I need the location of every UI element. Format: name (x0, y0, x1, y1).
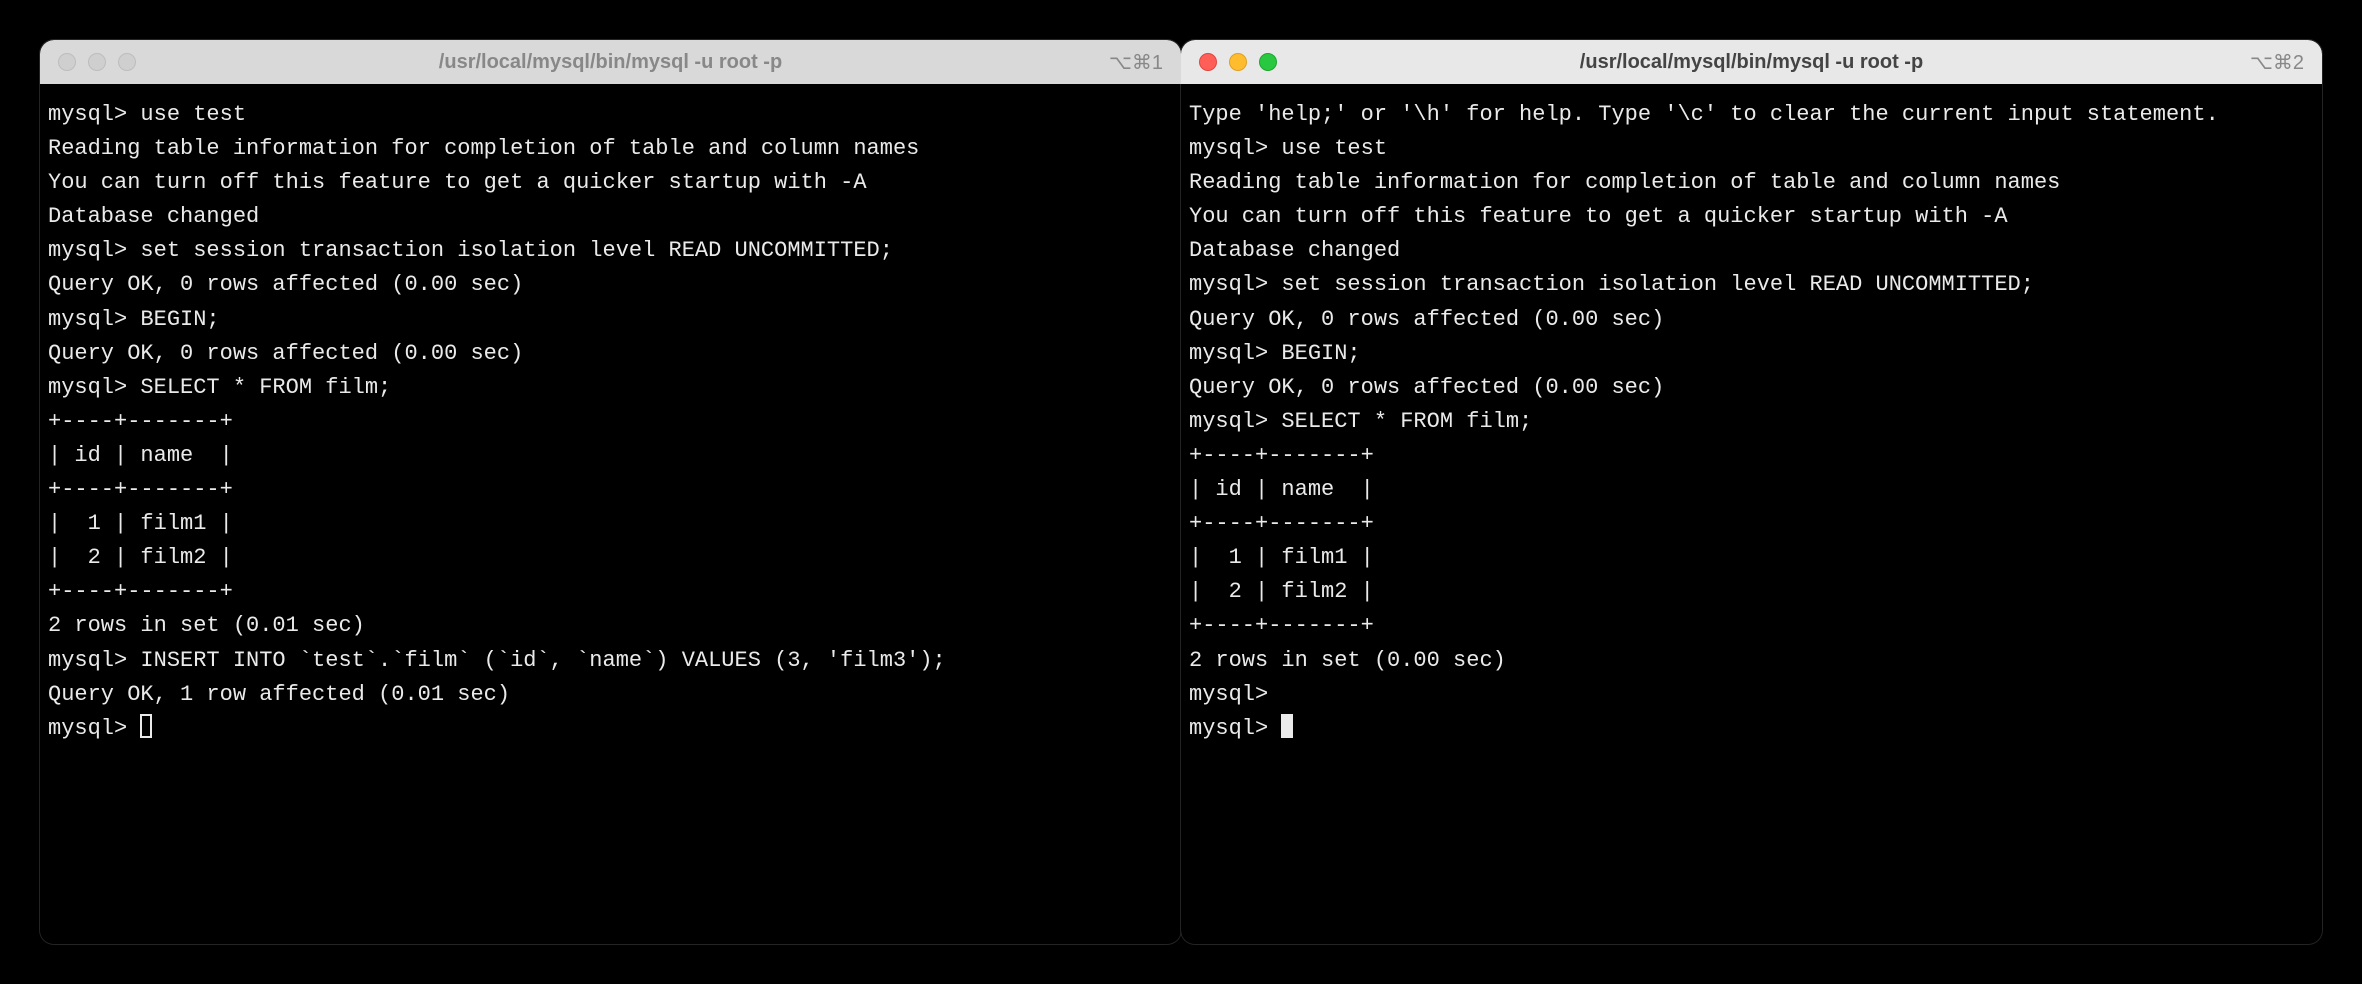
terminal-line: mysql> set session transaction isolation… (48, 234, 1173, 268)
close-icon[interactable] (58, 53, 76, 71)
terminal-window-1[interactable]: /usr/local/mysql/bin/mysql -u root -p ⌥⌘… (40, 40, 1181, 944)
window-shortcut-1: ⌥⌘1 (1109, 50, 1163, 75)
terminal-body-1[interactable]: mysql> use testReading table information… (40, 84, 1181, 944)
terminal-line: 2 rows in set (0.01 sec) (48, 609, 1173, 643)
terminal-line: Reading table information for completion… (1189, 166, 2314, 200)
terminal-window-2[interactable]: /usr/local/mysql/bin/mysql -u root -p ⌥⌘… (1181, 40, 2322, 944)
terminal-line: +----+-------+ (48, 405, 1173, 439)
terminal-line: Type 'help;' or '\h' for help. Type '\c'… (1189, 98, 2314, 132)
terminal-line: You can turn off this feature to get a q… (1189, 200, 2314, 234)
terminal-line: You can turn off this feature to get a q… (48, 166, 1173, 200)
terminal-line: | id | name | (48, 439, 1173, 473)
terminal-line: mysql> (1189, 678, 2314, 712)
window-title-2: /usr/local/mysql/bin/mysql -u root -p (1181, 51, 2322, 74)
terminal-line: +----+-------+ (1189, 507, 2314, 541)
terminal-line: Query OK, 1 row affected (0.01 sec) (48, 678, 1173, 712)
terminal-line: mysql> SELECT * FROM film; (48, 371, 1173, 405)
terminal-line: mysql> (1189, 712, 2314, 746)
terminal-line: mysql> set session transaction isolation… (1189, 268, 2314, 302)
terminal-line: | 1 | film1 | (1189, 541, 2314, 575)
traffic-lights-1 (58, 53, 136, 71)
terminal-line: mysql> (48, 712, 1173, 746)
window-shortcut-2: ⌥⌘2 (2250, 50, 2304, 75)
terminal-line: mysql> use test (1189, 132, 2314, 166)
terminal-line: | 1 | film1 | (48, 507, 1173, 541)
terminal-line: +----+-------+ (1189, 609, 2314, 643)
terminal-line: mysql> use test (48, 98, 1173, 132)
minimize-icon[interactable] (1229, 53, 1247, 71)
terminal-line: +----+-------+ (48, 473, 1173, 507)
terminal-line: Database changed (1189, 234, 2314, 268)
terminal-line: mysql> INSERT INTO `test`.`film` (`id`, … (48, 644, 1173, 678)
terminal-line: 2 rows in set (0.00 sec) (1189, 644, 2314, 678)
terminal-line: Database changed (48, 200, 1173, 234)
title-bar-1[interactable]: /usr/local/mysql/bin/mysql -u root -p ⌥⌘… (40, 40, 1181, 84)
terminal-line: mysql> SELECT * FROM film; (1189, 405, 2314, 439)
desktop: /usr/local/mysql/bin/mysql -u root -p ⌥⌘… (0, 0, 2362, 984)
window-title-1: /usr/local/mysql/bin/mysql -u root -p (40, 51, 1181, 74)
terminal-line: +----+-------+ (1189, 439, 2314, 473)
minimize-icon[interactable] (88, 53, 106, 71)
terminal-line: mysql> BEGIN; (48, 303, 1173, 337)
cursor-block-icon (1281, 714, 1293, 738)
traffic-lights-2 (1199, 53, 1277, 71)
close-icon[interactable] (1199, 53, 1217, 71)
terminal-line: +----+-------+ (48, 575, 1173, 609)
terminal-line: Reading table information for completion… (48, 132, 1173, 166)
terminal-line: Query OK, 0 rows affected (0.00 sec) (1189, 371, 2314, 405)
title-bar-2[interactable]: /usr/local/mysql/bin/mysql -u root -p ⌥⌘… (1181, 40, 2322, 84)
terminal-line: mysql> BEGIN; (1189, 337, 2314, 371)
terminal-line: | id | name | (1189, 473, 2314, 507)
terminal-line: Query OK, 0 rows affected (0.00 sec) (1189, 303, 2314, 337)
terminal-line: | 2 | film2 | (1189, 575, 2314, 609)
maximize-icon[interactable] (1259, 53, 1277, 71)
terminal-line: Query OK, 0 rows affected (0.00 sec) (48, 337, 1173, 371)
maximize-icon[interactable] (118, 53, 136, 71)
terminal-line: | 2 | film2 | (48, 541, 1173, 575)
cursor-hollow-icon (140, 714, 152, 738)
terminal-body-2[interactable]: Type 'help;' or '\h' for help. Type '\c'… (1181, 84, 2322, 944)
terminal-line: Query OK, 0 rows affected (0.00 sec) (48, 268, 1173, 302)
